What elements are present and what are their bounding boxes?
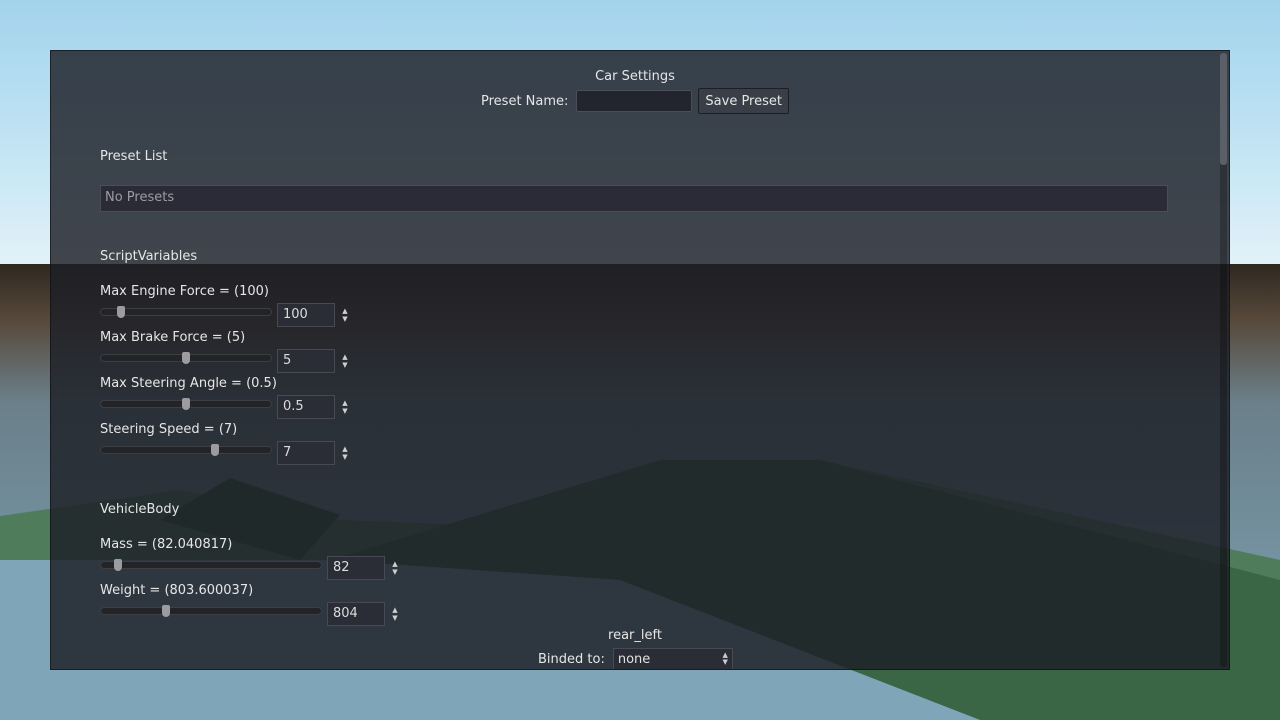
dropdown-arrows-icon: ▲ ▼ — [722, 651, 728, 666]
preset-list[interactable]: No Presets — [100, 185, 1168, 212]
max-steering-angle-value[interactable]: 0.5 — [277, 395, 335, 419]
steering-speed-label: Steering Speed = (7) — [100, 422, 238, 437]
spin-arrows-icon[interactable]: ▲ ▼ — [337, 441, 353, 465]
max-brake-force-label: Max Brake Force = (5) — [100, 330, 246, 345]
max-brake-force-value[interactable]: 5 — [277, 349, 335, 373]
preset-name-label: Preset Name: — [481, 93, 569, 109]
steering-speed-spinbox[interactable]: 7 ▲ ▼ — [277, 441, 353, 465]
spin-arrows-icon[interactable]: ▲ ▼ — [387, 556, 403, 580]
script-variables-heading: ScriptVariables — [100, 249, 198, 264]
spin-arrows-icon[interactable]: ▲ ▼ — [337, 303, 353, 327]
wheel-binding-row: Binded to: none ▲ ▼ — [538, 648, 733, 669]
max-engine-force-value[interactable]: 100 — [277, 303, 335, 327]
steering-speed-value[interactable]: 7 — [277, 441, 335, 465]
mass-slider[interactable] — [100, 559, 322, 571]
mass-spinbox[interactable]: 82 ▲ ▼ — [327, 556, 403, 580]
max-steering-angle-slider[interactable] — [100, 398, 272, 410]
max-steering-angle-label: Max Steering Angle = (0.5) — [100, 376, 277, 391]
slider-grabber[interactable] — [117, 306, 126, 318]
max-steering-angle-spinbox[interactable]: 0.5 ▲ ▼ — [277, 395, 353, 419]
slider-grabber[interactable] — [113, 559, 122, 571]
mass-value[interactable]: 82 — [327, 556, 385, 580]
binded-to-selected: none — [617, 651, 651, 667]
binded-to-dropdown[interactable]: none ▲ ▼ — [612, 648, 733, 669]
mass-label: Mass = (82.040817) — [100, 537, 233, 552]
vertical-scrollbar[interactable] — [1220, 53, 1227, 667]
max-brake-force-spinbox[interactable]: 5 ▲ ▼ — [277, 349, 353, 373]
weight-spinbox[interactable]: 804 ▲ ▼ — [327, 602, 403, 626]
spin-arrows-icon[interactable]: ▲ ▼ — [337, 395, 353, 419]
max-engine-force-spinbox[interactable]: 100 ▲ ▼ — [277, 303, 353, 327]
preset-list-heading: Preset List — [100, 149, 168, 164]
wheel-name: rear_left — [608, 628, 662, 643]
spin-arrows-icon[interactable]: ▲ ▼ — [387, 602, 403, 626]
preset-name-input[interactable] — [576, 90, 693, 112]
steering-speed-slider[interactable] — [100, 444, 272, 456]
binded-to-label: Binded to: — [538, 651, 605, 667]
slider-grabber[interactable] — [162, 605, 171, 617]
slider-grabber[interactable] — [211, 444, 220, 456]
max-engine-force-label: Max Engine Force = (100) — [100, 284, 269, 299]
weight-value[interactable]: 804 — [327, 602, 385, 626]
scrollbar-thumb[interactable] — [1220, 53, 1227, 165]
save-preset-button[interactable]: Save Preset — [698, 88, 789, 114]
preset-name-row: Preset Name: Save Preset — [481, 88, 789, 114]
max-engine-force-slider[interactable] — [100, 306, 272, 318]
max-brake-force-slider[interactable] — [100, 352, 272, 364]
weight-slider[interactable] — [100, 605, 322, 617]
car-settings-panel: Car Settings Preset Name: Save Preset Pr… — [50, 50, 1230, 670]
spin-arrows-icon[interactable]: ▲ ▼ — [337, 349, 353, 373]
slider-grabber[interactable] — [182, 398, 190, 410]
weight-label: Weight = (803.600037) — [100, 583, 254, 598]
panel-title: Car Settings — [595, 69, 675, 84]
vehicle-body-heading: VehicleBody — [100, 502, 180, 517]
preset-list-empty-text: No Presets — [105, 190, 175, 205]
slider-grabber[interactable] — [182, 352, 190, 364]
